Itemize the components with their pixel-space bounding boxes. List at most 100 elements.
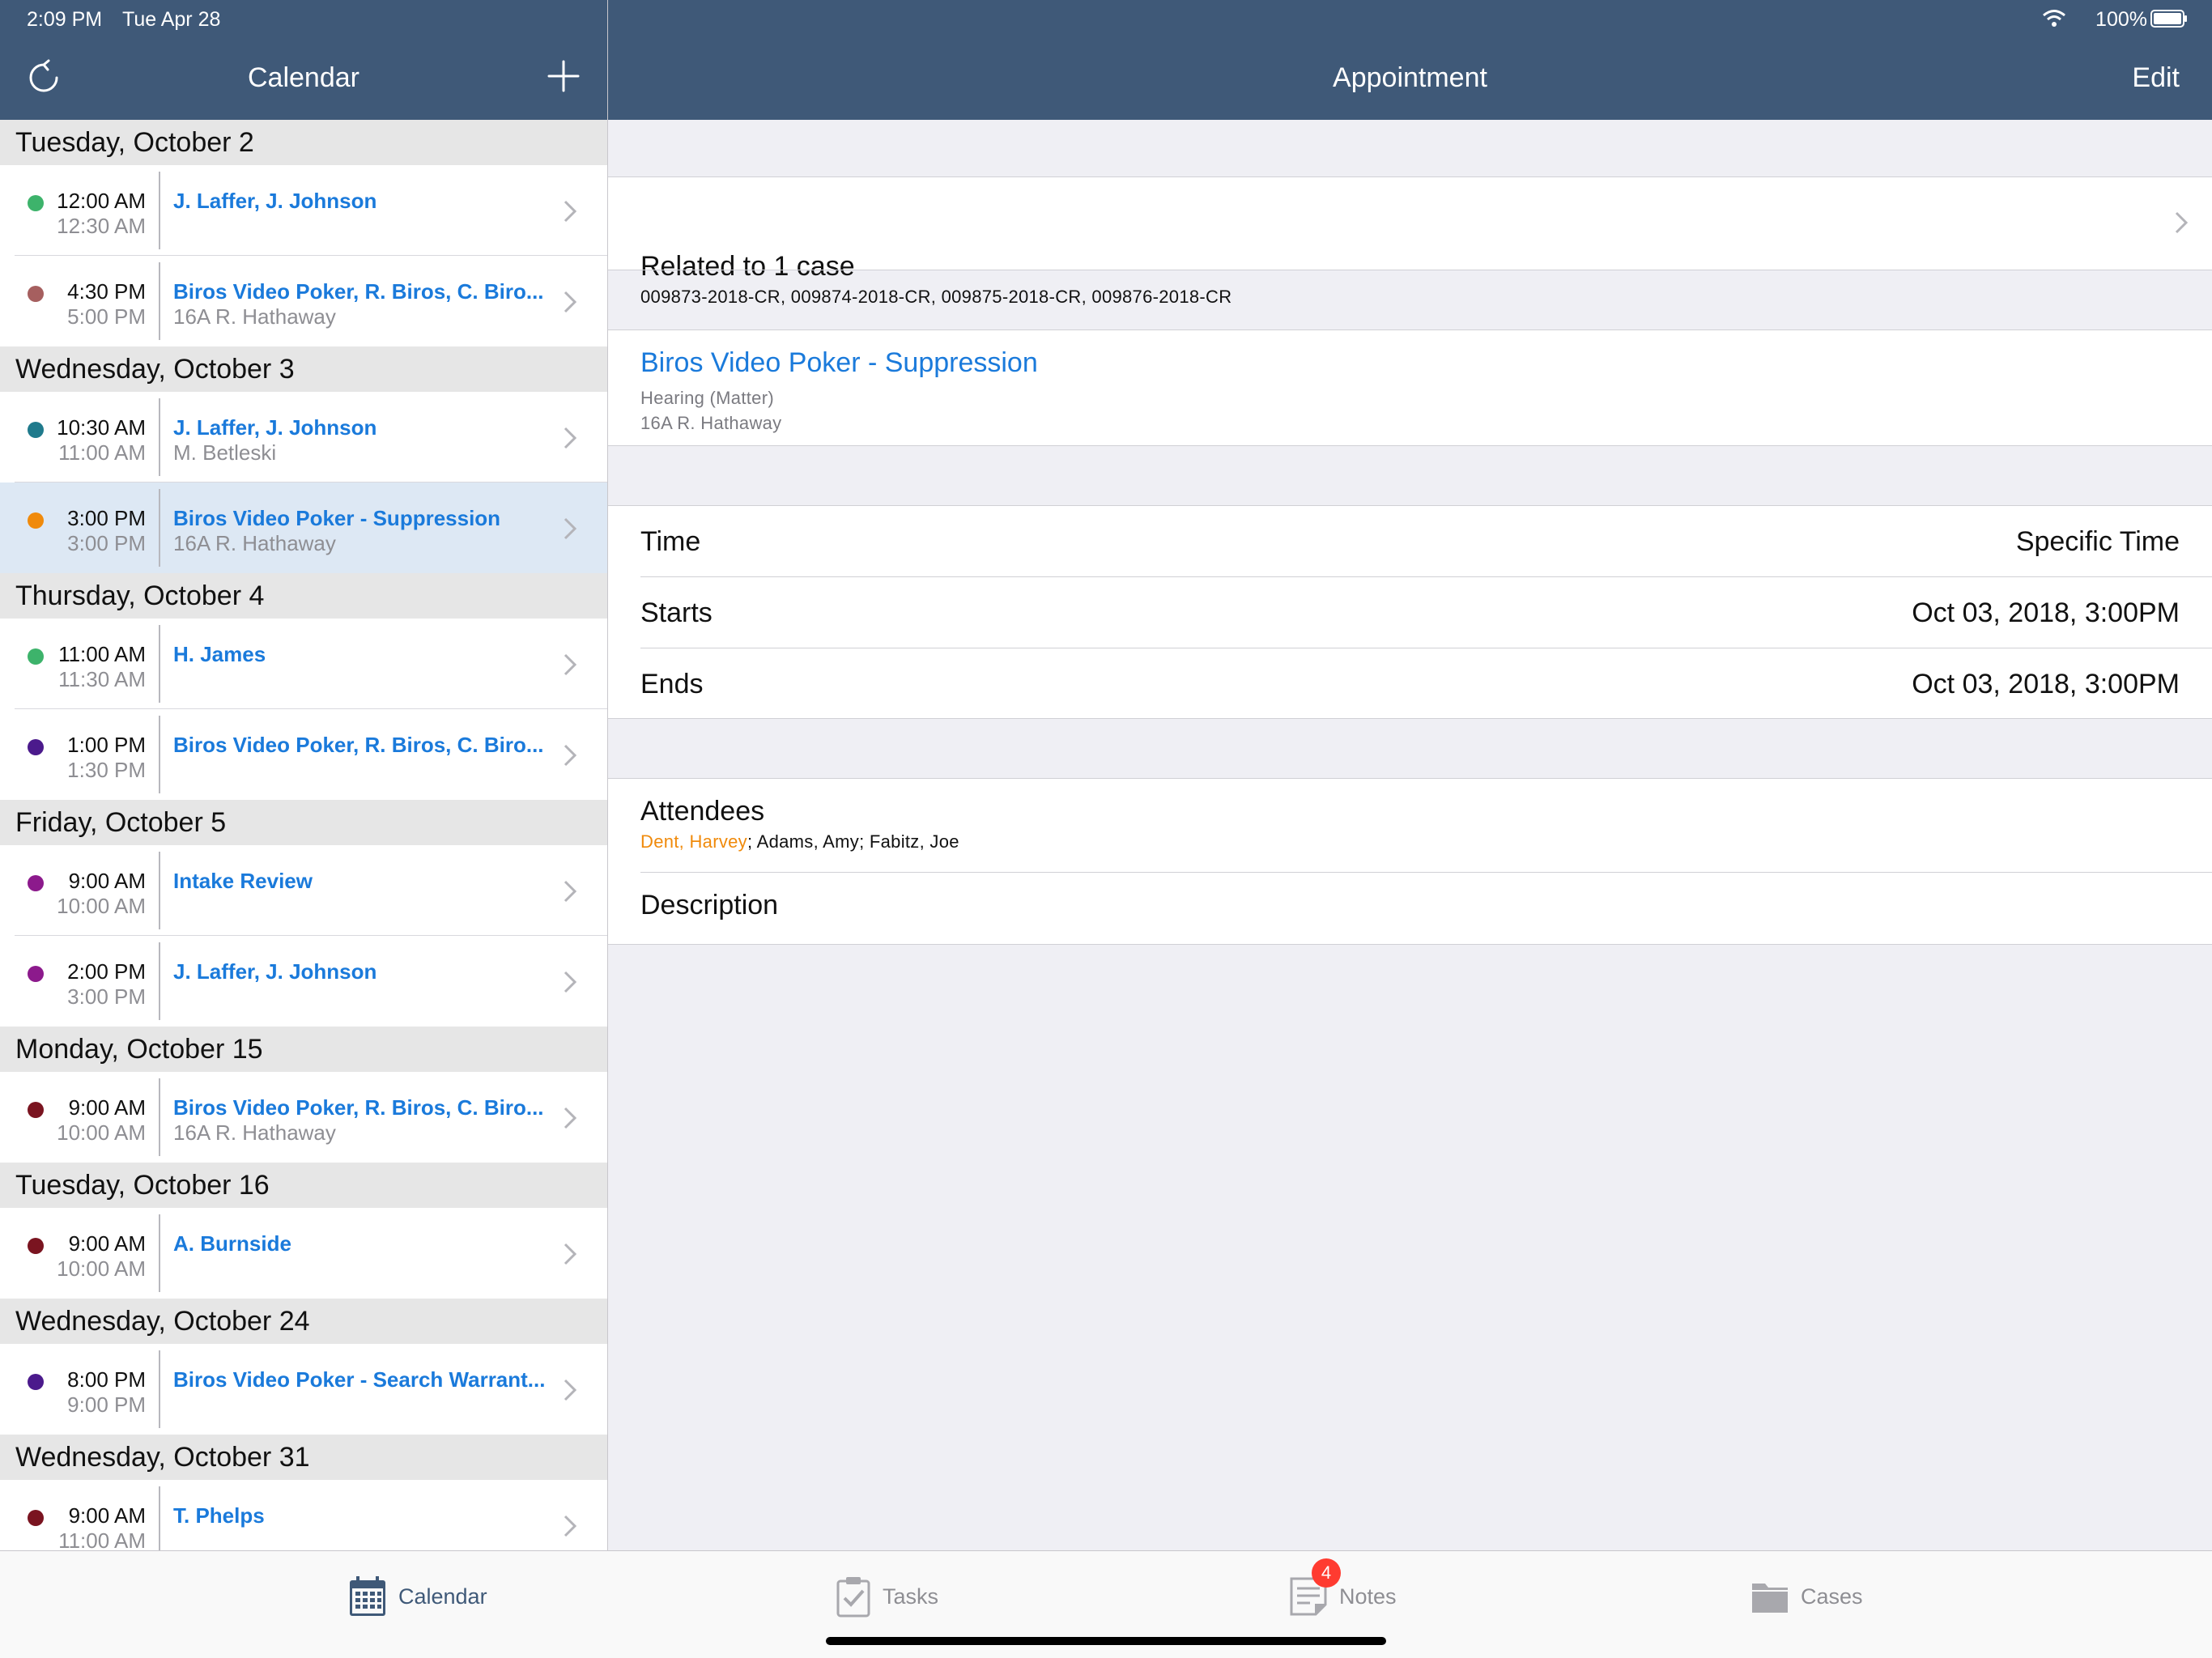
chevron-right-icon — [564, 427, 577, 449]
event-title[interactable]: Biros Video Poker - Suppression — [640, 347, 1038, 379]
event-start-time: 10:30 AM — [57, 415, 146, 440]
time-divider — [159, 398, 160, 476]
starts-value[interactable]: Oct 03, 2018, 3:00PM — [1912, 597, 2180, 629]
edit-button[interactable]: Edit — [2132, 62, 2180, 94]
tab-cases[interactable]: Cases — [1750, 1574, 1863, 1619]
chevron-right-icon — [564, 1515, 577, 1537]
event-end-time: 10:00 AM — [57, 894, 146, 918]
calendar-event-row[interactable]: 9:00 AM 10:00 AM A. Burnside — [0, 1208, 607, 1299]
day-header: Friday, October 5 — [0, 800, 607, 845]
time-divider — [159, 1486, 160, 1550]
appointment-detail: Related to 1 case 009873-2018-CR, 009874… — [608, 120, 2212, 1550]
chevron-right-icon — [564, 291, 577, 313]
related-cases-numbers: 009873-2018-CR, 009874-2018-CR, 009875-2… — [640, 287, 1232, 307]
event-end-time: 12:30 AM — [57, 214, 146, 238]
event-end-time: 10:00 AM — [57, 1120, 146, 1145]
clipboard-check-icon — [836, 1577, 870, 1618]
time-divider — [159, 1078, 160, 1156]
time-divider — [159, 1214, 160, 1292]
related-cases-cell[interactable]: Related to 1 case 009873-2018-CR, 009874… — [608, 176, 2212, 307]
calendar-event-row[interactable]: 8:00 PM 9:00 PM Biros Video Poker - Search… — [0, 1344, 607, 1435]
event-title: H. James — [173, 642, 266, 666]
tab-calendar[interactable]: Calendar — [348, 1574, 487, 1619]
event-end-time: 9:00 PM — [67, 1392, 146, 1417]
day-header: Thursday, October 4 — [0, 573, 607, 619]
time-divider — [159, 489, 160, 567]
appointment-title: Appointment — [1333, 62, 1487, 93]
description-label[interactable]: Description — [640, 890, 778, 921]
event-start-time: 1:00 PM — [67, 733, 146, 757]
calendar-event-row[interactable]: 9:00 AM 10:00 AM Intake Review — [0, 845, 607, 936]
event-start-time: 9:00 AM — [68, 1095, 146, 1120]
starts-label: Starts — [640, 597, 713, 628]
related-cases-title: Related to 1 case — [640, 251, 855, 282]
event-subtitle: M. Betleski — [173, 440, 277, 465]
event-title: A. Burnside — [173, 1231, 291, 1256]
chevron-right-icon — [564, 880, 577, 903]
day-header: Tuesday, October 16 — [0, 1163, 607, 1208]
attendee-primary: Dent, Harvey — [640, 831, 747, 852]
event-end-time: 3:00 PM — [67, 984, 146, 1009]
day-header: Wednesday, October 3 — [0, 346, 607, 392]
chevron-right-icon — [564, 200, 577, 223]
event-title: Biros Video Poker, R. Biros, C. Biro... — [173, 1095, 544, 1120]
day-header: Wednesday, October 24 — [0, 1299, 607, 1344]
event-title: Biros Video Poker - Suppression — [173, 506, 501, 530]
calendar-event-list[interactable]: Tuesday, October 2 12:00 AM 12:30 AM J. Laf… — [0, 120, 607, 1550]
calendar-event-row[interactable]: 3:00 PM 3:00 PM Biros Video Poker - Suppre… — [0, 483, 607, 573]
event-title: Intake Review — [173, 869, 313, 893]
calendar-event-row[interactable]: 10:30 AM 11:00 AM J. Laffer, J. Johnson M. … — [0, 392, 607, 483]
event-summary-cell: Biros Video Poker - Suppression Hearing … — [608, 329, 2212, 446]
chevron-right-icon — [564, 744, 577, 767]
calendar-event-row[interactable]: 1:00 PM 1:30 PM Biros Video Poker, R. Biro… — [0, 709, 607, 800]
calendar-event-row[interactable]: 9:00 AM 11:00 AM T. Phelps — [0, 1480, 607, 1550]
chevron-right-icon — [2175, 211, 2189, 234]
calendar-icon — [350, 1576, 385, 1616]
event-start-time: 9:00 AM — [68, 1503, 146, 1528]
calendar-event-row[interactable]: 12:00 AM 12:30 AM J. Laffer, J. Johnson — [0, 165, 607, 256]
day-header: Monday, October 15 — [0, 1027, 607, 1072]
calendar-title: Calendar — [248, 62, 359, 93]
event-start-time: 9:00 AM — [68, 869, 146, 893]
add-icon[interactable] — [547, 60, 580, 92]
tab-notes[interactable]: Notes — [1289, 1574, 1397, 1619]
event-end-time: 5:00 PM — [67, 304, 146, 329]
event-title: J. Laffer, J. Johnson — [173, 415, 377, 440]
time-divider — [159, 172, 160, 249]
event-end-time: 10:00 AM — [57, 1256, 146, 1281]
attendees-label: Attendees — [640, 796, 765, 827]
attendees-section: Attendees Dent, Harvey; Adams, Amy; Fabi… — [608, 778, 2212, 945]
event-title: J. Laffer, J. Johnson — [173, 959, 377, 984]
tab-label: Notes — [1339, 1584, 1397, 1609]
event-subtitle: 16A R. Hathaway — [173, 531, 336, 555]
event-start-time: 11:00 AM — [58, 642, 146, 666]
event-title: Biros Video Poker - Search Warrant... — [173, 1367, 546, 1392]
tab-label: Tasks — [883, 1584, 939, 1609]
status-time: 2:09 PM — [27, 8, 103, 31]
chevron-right-icon — [564, 971, 577, 993]
chevron-right-icon — [564, 653, 577, 676]
time-value[interactable]: Specific Time — [2016, 526, 2180, 558]
time-label: Time — [640, 526, 701, 557]
tab-label: Calendar — [398, 1584, 487, 1609]
attendees-list[interactable]: Dent, Harvey; Adams, Amy; Fabitz, Joe — [640, 831, 959, 852]
ends-value[interactable]: Oct 03, 2018, 3:00PM — [1912, 669, 2180, 700]
home-indicator[interactable] — [826, 1637, 1386, 1645]
calendar-event-row[interactable]: 11:00 AM 11:30 AM H. James — [0, 619, 607, 709]
attendee-others: ; Adams, Amy; Fabitz, Joe — [747, 831, 959, 852]
calendar-event-row[interactable]: 9:00 AM 10:00 AM Biros Video Poker, R. Bir… — [0, 1072, 607, 1163]
event-location: 16A R. Hathaway — [640, 413, 782, 433]
calendar-event-row[interactable]: 4:30 PM 5:00 PM Biros Video Poker, R. Biro… — [0, 256, 607, 346]
event-title: T. Phelps — [173, 1503, 265, 1528]
time-divider — [159, 625, 160, 703]
tab-tasks[interactable]: Tasks — [836, 1574, 938, 1619]
time-divider — [159, 942, 160, 1020]
event-end-time: 11:00 AM — [58, 1528, 146, 1550]
chevron-right-icon — [564, 1243, 577, 1265]
appointment-nav-bar: Appointment Edit 100% — [608, 0, 2212, 120]
time-divider — [159, 1350, 160, 1428]
calendar-event-row[interactable]: 2:00 PM 3:00 PM J. Laffer, J. Johnson — [0, 936, 607, 1027]
ends-label: Ends — [640, 669, 704, 699]
chevron-right-icon — [564, 517, 577, 540]
event-subtitle: 16A R. Hathaway — [173, 304, 336, 329]
